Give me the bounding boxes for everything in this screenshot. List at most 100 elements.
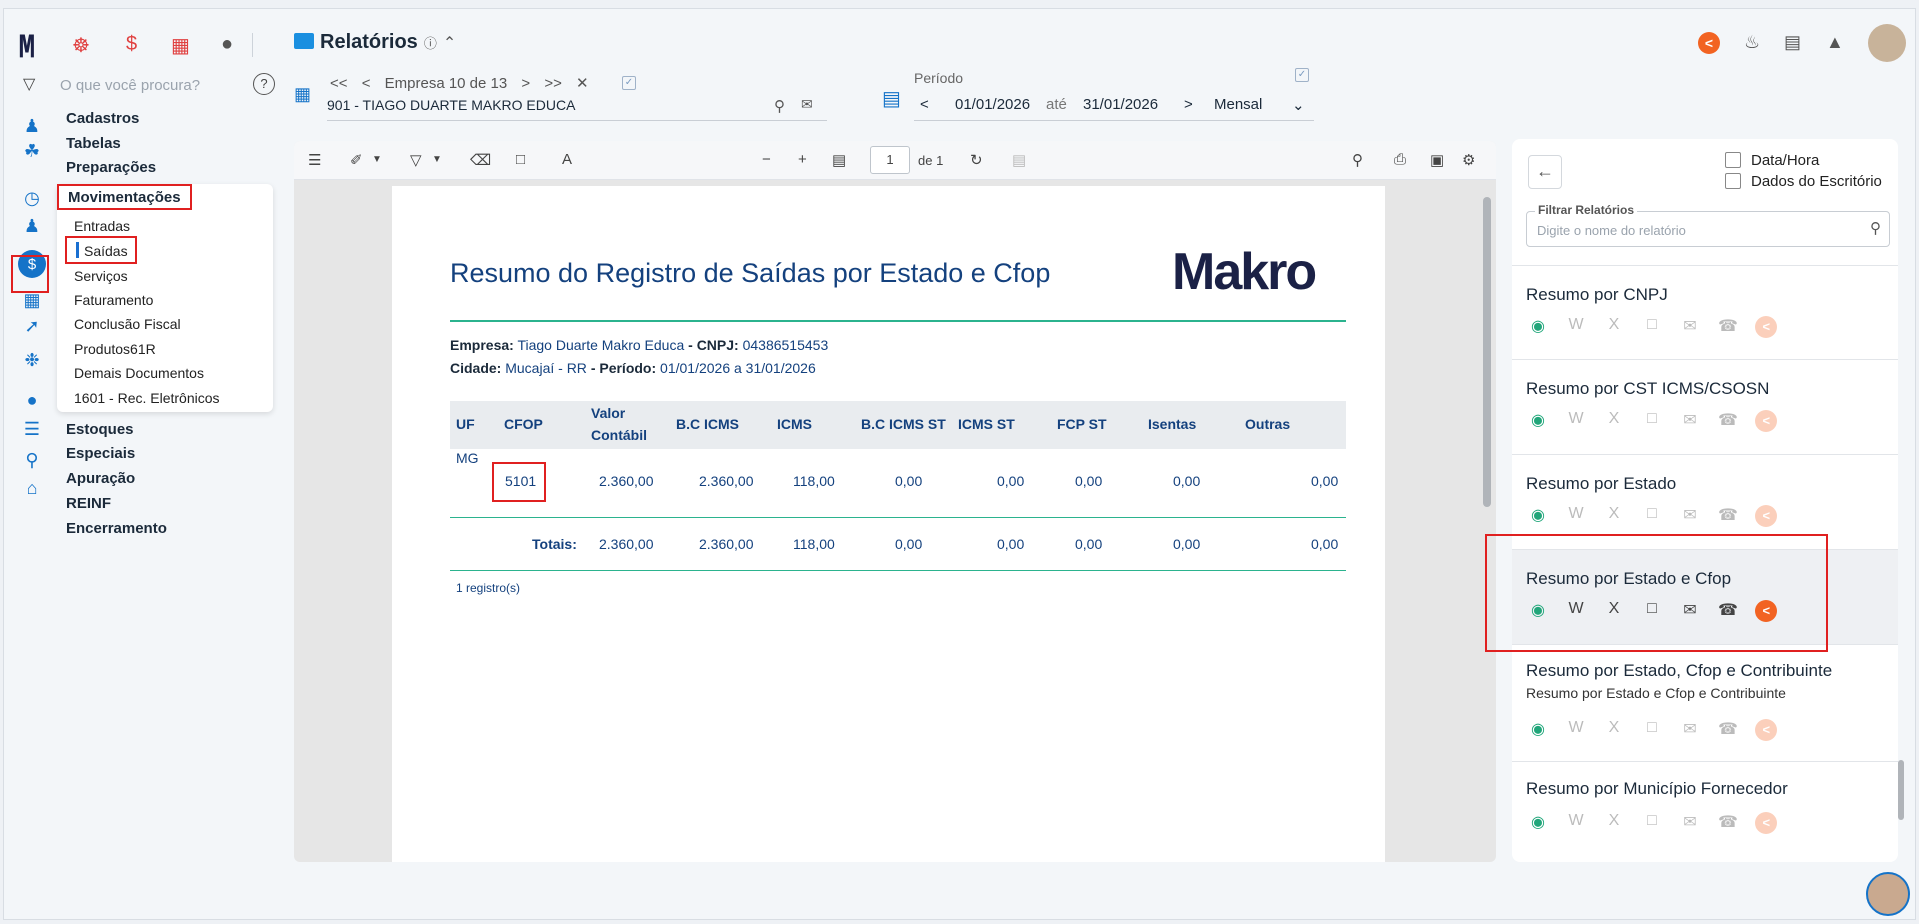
calculator-icon[interactable]: ▦ bbox=[171, 33, 190, 58]
excel-icon[interactable]: X bbox=[1602, 410, 1626, 432]
outline-icon[interactable]: ☰ bbox=[308, 151, 321, 169]
eye-icon[interactable]: ◉ bbox=[1526, 600, 1550, 622]
mail-icon[interactable]: ✉ bbox=[1678, 600, 1702, 622]
whatsapp-icon[interactable]: ☎ bbox=[1716, 812, 1740, 834]
highlight-icon[interactable]: ✐ bbox=[350, 151, 363, 169]
company-name[interactable]: 901 - TIAGO DUARTE MAKRO EDUCA bbox=[327, 97, 575, 113]
datahora-checkbox[interactable] bbox=[1725, 152, 1741, 168]
mail-icon[interactable]: ✉ bbox=[1678, 505, 1702, 527]
home-icon[interactable]: ⌂ bbox=[18, 476, 46, 500]
fit-width-icon[interactable]: ▤ bbox=[832, 151, 846, 169]
search-icon[interactable]: ⚲ bbox=[774, 97, 785, 115]
word-icon[interactable]: W bbox=[1564, 719, 1588, 741]
mail-icon[interactable]: ✉ bbox=[1678, 316, 1702, 338]
filter-reports-input[interactable]: Filtrar Relatórios Digite o nome do rela… bbox=[1526, 203, 1890, 247]
submenu-demais-documentos[interactable]: Demais Documentos bbox=[74, 365, 204, 381]
submenu-produtos61r[interactable]: Produtos61R bbox=[74, 341, 156, 357]
escritorio-label[interactable]: Dados do Escritório bbox=[1751, 173, 1882, 190]
filter-icon[interactable]: ▽ bbox=[23, 74, 35, 94]
whatsapp-icon[interactable]: ☎ bbox=[1716, 316, 1740, 338]
two-page-icon[interactable]: ▤ bbox=[1012, 151, 1026, 169]
eraser-icon[interactable]: ⌫ bbox=[470, 151, 491, 169]
nav-preparacoes[interactable]: Preparações bbox=[66, 159, 156, 176]
card-title[interactable]: Resumo por Município Fornecedor bbox=[1526, 779, 1788, 799]
freq-select[interactable]: Mensal bbox=[1214, 96, 1262, 113]
company-checkbox[interactable]: ✓ bbox=[622, 76, 636, 90]
settings-icon[interactable]: ⚙ bbox=[1462, 151, 1475, 169]
filter-placeholder[interactable]: Digite o nome do relatório bbox=[1537, 223, 1686, 238]
excel-icon[interactable]: X bbox=[1602, 719, 1626, 741]
nav-especiais[interactable]: Especiais bbox=[66, 445, 135, 462]
dollar-circle-icon[interactable]: $ bbox=[18, 250, 46, 278]
eye-icon[interactable]: ◉ bbox=[1526, 410, 1550, 432]
prev-period-button[interactable]: < bbox=[920, 96, 929, 113]
folder-icon[interactable]: □ bbox=[1640, 505, 1664, 527]
search-placeholder[interactable]: O que você procura? bbox=[60, 77, 200, 94]
search-zoom-icon[interactable]: ⚲ bbox=[18, 448, 46, 472]
word-icon[interactable]: W bbox=[1564, 316, 1588, 338]
mail-icon[interactable]: ✉ bbox=[1678, 719, 1702, 741]
submenu-faturamento[interactable]: Faturamento bbox=[74, 292, 153, 308]
excel-icon[interactable]: X bbox=[1602, 505, 1626, 527]
mail-icon[interactable]: ✉ bbox=[1678, 410, 1702, 432]
handshake-icon[interactable]: ☘ bbox=[18, 139, 46, 163]
card-title[interactable]: Resumo por Estado, Cfop e Contribuinte bbox=[1526, 661, 1832, 681]
card-title[interactable]: Resumo por CNPJ bbox=[1526, 285, 1668, 305]
word-icon[interactable]: W bbox=[1564, 410, 1588, 432]
report-card[interactable]: Resumo por CST ICMS/CSOSN ◉ W X □ ✉ ☎ < bbox=[1512, 360, 1898, 455]
page-input[interactable]: 1 bbox=[870, 146, 910, 174]
whatsapp-icon[interactable]: ☎ bbox=[1716, 600, 1740, 622]
nav-reinf[interactable]: REINF bbox=[66, 495, 111, 512]
whatsapp-icon[interactable]: ☎ bbox=[1716, 505, 1740, 527]
submenu-entradas[interactable]: Entradas bbox=[74, 218, 130, 234]
info-icon[interactable]: ⓘ bbox=[424, 36, 437, 51]
eye-icon[interactable]: ◉ bbox=[1526, 505, 1550, 527]
nav-estoques[interactable]: Estoques bbox=[66, 421, 134, 438]
excel-icon[interactable]: X bbox=[1602, 316, 1626, 338]
report-card[interactable]: Resumo por Estado ◉ W X □ ✉ ☎ < bbox=[1512, 455, 1898, 550]
layers-icon[interactable]: ☰ bbox=[18, 417, 46, 441]
viewer-scrollbar[interactable] bbox=[1480, 183, 1492, 859]
orange-app-icon[interactable]: < bbox=[1754, 316, 1778, 338]
periodo-checkbox[interactable]: ✓ bbox=[1295, 68, 1309, 82]
eye-icon[interactable]: ◉ bbox=[1526, 316, 1550, 338]
submenu-saidas[interactable]: Saídas bbox=[84, 243, 128, 259]
first-company-button[interactable]: << bbox=[330, 75, 348, 92]
app-logo[interactable]: |\/| bbox=[18, 31, 36, 59]
report-card[interactable]: Resumo por Município Fornecedor ◉ W X □ ✉ ☎ < bbox=[1512, 762, 1898, 862]
orange-app-icon[interactable]: < bbox=[1698, 32, 1720, 54]
orange-app-icon[interactable]: < bbox=[1754, 505, 1778, 527]
next-period-button[interactable]: > bbox=[1184, 96, 1193, 113]
orange-app-icon[interactable]: < bbox=[1754, 812, 1778, 834]
text-box-icon[interactable]: □ bbox=[516, 151, 525, 168]
submenu-rec-eletronicos[interactable]: 1601 - Rec. Eletrônicos bbox=[74, 390, 220, 406]
eye-icon[interactable]: ◉ bbox=[1526, 719, 1550, 741]
word-icon[interactable]: W bbox=[1564, 505, 1588, 527]
nav-movimentacoes[interactable]: Movimentações bbox=[68, 189, 181, 206]
eye-icon[interactable]: ◉ bbox=[1526, 812, 1550, 834]
whatsapp-icon[interactable]: ☎ bbox=[1716, 719, 1740, 741]
money-bag-icon[interactable]: ● bbox=[221, 33, 233, 56]
clear-company-button[interactable]: ✕ bbox=[576, 75, 589, 92]
pin-icon[interactable]: ➚ bbox=[18, 314, 46, 338]
search-icon[interactable]: ⚲ bbox=[1870, 219, 1881, 237]
document-search-icon[interactable]: ▤ bbox=[1784, 32, 1801, 53]
report-card[interactable]: Resumo por Estado, Cfop e Contribuinte R… bbox=[1512, 645, 1898, 762]
save-icon[interactable]: ▣ bbox=[1430, 151, 1444, 169]
chevron-down-icon[interactable]: ▼ bbox=[432, 154, 442, 165]
nav-search[interactable]: ▽ O que você procura? ? bbox=[20, 73, 275, 96]
print-icon[interactable]: ⎙ bbox=[1394, 151, 1406, 168]
submenu-conclusao-fiscal[interactable]: Conclusão Fiscal bbox=[74, 316, 181, 332]
calendar-icon[interactable]: ▤ bbox=[882, 86, 901, 111]
zoom-out-icon[interactable]: − bbox=[762, 151, 771, 168]
mail-icon[interactable]: ✉ bbox=[801, 96, 813, 113]
folder-icon[interactable]: □ bbox=[1640, 600, 1664, 622]
orange-app-icon[interactable]: < bbox=[1754, 719, 1778, 741]
excel-icon[interactable]: X bbox=[1602, 600, 1626, 622]
card-title[interactable]: Resumo por CST ICMS/CSOSN bbox=[1526, 379, 1769, 399]
card-title[interactable]: Resumo por Estado bbox=[1526, 474, 1676, 494]
read-aloud-icon[interactable]: A bbox=[562, 151, 572, 168]
prev-company-button[interactable]: < bbox=[362, 75, 371, 92]
nav-tabelas[interactable]: Tabelas bbox=[66, 135, 121, 152]
network-icon[interactable]: ❉ bbox=[18, 348, 46, 372]
